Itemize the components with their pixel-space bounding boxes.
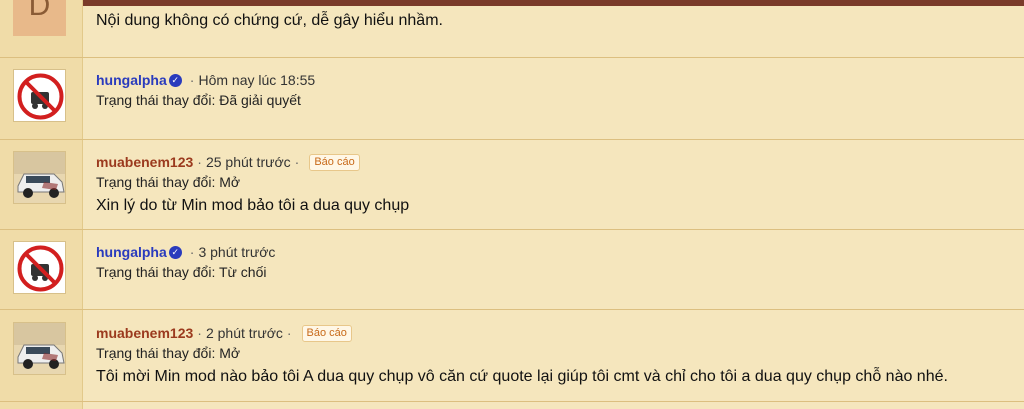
separator: · bbox=[189, 72, 195, 88]
separator: · bbox=[197, 154, 202, 170]
comment-row: hungalpha ✓ · Hôm nay lúc 18:55 Trạng th… bbox=[0, 58, 1024, 140]
status-change: Trạng thái thay đổi: Mở bbox=[96, 174, 241, 190]
separator: · bbox=[189, 244, 195, 260]
separator: · bbox=[286, 325, 292, 341]
username-link[interactable]: hungalpha bbox=[96, 242, 167, 262]
timestamp[interactable]: 2 phút trước bbox=[206, 323, 283, 343]
timestamp[interactable]: Hôm nay lúc 18:55 bbox=[198, 70, 315, 90]
report-button[interactable]: Báo cáo bbox=[301, 324, 352, 342]
timestamp[interactable]: 25 phút trước bbox=[206, 152, 291, 172]
comment-message: Tôi mời Min mod nào bảo tôi A dua quy ch… bbox=[96, 368, 948, 385]
comment-row: hungalpha ✓ · 3 phút trước Trạng thái th… bbox=[0, 230, 1024, 310]
separator: · bbox=[294, 154, 300, 170]
comment-row: D Nội dung không có chứng cứ, dễ gây hiể… bbox=[0, 0, 1024, 58]
status-change: Trạng thái thay đổi: Từ chối bbox=[96, 264, 267, 280]
separator: · bbox=[197, 325, 202, 341]
avatar[interactable] bbox=[13, 241, 66, 294]
comment-row: muabenem123 · 2 phút trước · Báo cáo Trạ… bbox=[0, 310, 1024, 402]
avatar[interactable]: D bbox=[13, 0, 66, 36]
avatar[interactable] bbox=[13, 151, 66, 204]
verified-badge-icon: ✓ bbox=[168, 73, 182, 87]
status-change: Trạng thái thay đổi: Mở bbox=[96, 345, 241, 361]
comment-message: Nội dung không có chứng cứ, dễ gây hiểu … bbox=[96, 12, 443, 29]
verified-badge-icon: ✓ bbox=[168, 245, 182, 259]
comment-message: Xin lý do từ Min mod bảo tôi a dua quy c… bbox=[96, 197, 410, 214]
avatar[interactable] bbox=[13, 322, 66, 375]
no-sign-icon bbox=[14, 70, 65, 121]
username-link[interactable]: hungalpha bbox=[96, 70, 167, 90]
comment-row: muabenem123 · 25 phút trước · Báo cáo Tr… bbox=[0, 140, 1024, 230]
username-link[interactable]: muabenem123 bbox=[96, 152, 193, 172]
status-change: Trạng thái thay đổi: Đã giải quyết bbox=[96, 92, 301, 108]
avatar-letter: D bbox=[28, 0, 51, 22]
no-sign-icon bbox=[14, 242, 65, 293]
timestamp[interactable]: 3 phút trước bbox=[198, 242, 275, 262]
avatar[interactable] bbox=[13, 69, 66, 122]
car-avatar-icon bbox=[14, 152, 65, 203]
username-link[interactable]: muabenem123 bbox=[96, 323, 193, 343]
report-button[interactable]: Báo cáo bbox=[309, 153, 360, 171]
car-avatar-icon bbox=[14, 323, 65, 374]
